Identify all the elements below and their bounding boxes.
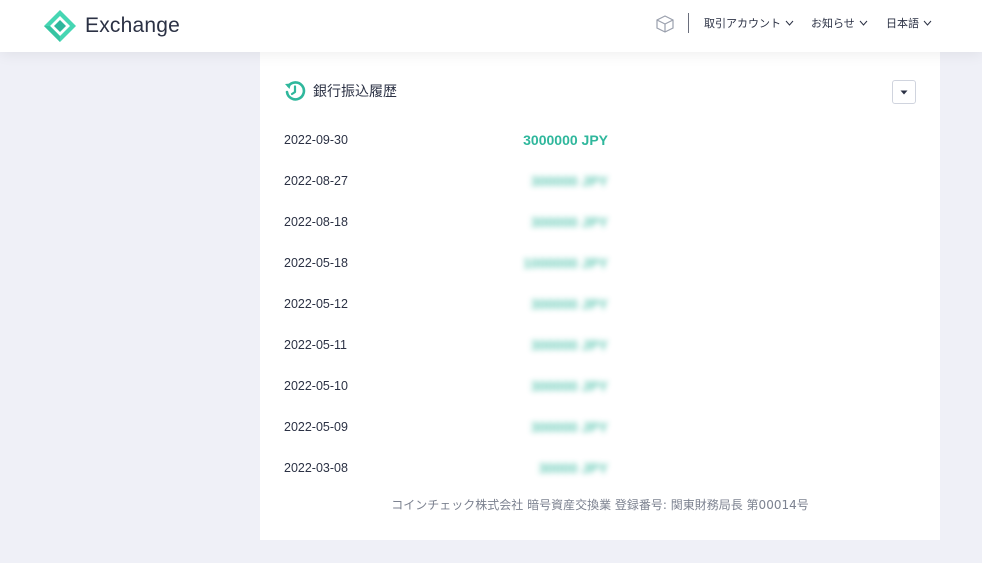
transfer-row: 2022-05-10 300000 JPY (284, 376, 624, 396)
exchange-logo[interactable]: Exchange (43, 9, 180, 43)
section-title: 銀行振込履歴 (313, 84, 397, 100)
transfer-date: 2022-05-10 (284, 379, 348, 393)
company-registration-note: コインチェック株式会社 暗号資産交換業 登録番号: 関東財務局長 第00014号 (391, 498, 809, 512)
cube-icon[interactable] (655, 15, 675, 33)
language-menu[interactable]: 日本語 (886, 15, 932, 31)
notices-label: お知らせ (811, 17, 855, 30)
transfer-row: 2022-05-11 300000 JPY (284, 335, 624, 355)
transfer-amount: 1000000 JPY (523, 255, 608, 271)
transfer-amount: 30000 JPY (538, 460, 608, 476)
transfer-row: 2022-05-09 300000 JPY (284, 417, 624, 437)
coincheck-logo-icon (44, 10, 76, 42)
transfer-row: 2022-09-30 3000000 JPY (284, 130, 624, 150)
caret-down-icon (900, 90, 908, 94)
transfer-amount: 300000 JPY (530, 173, 608, 189)
transfer-date: 2022-08-27 (284, 174, 348, 188)
logo-text: Exchange (85, 14, 181, 37)
chevron-down-icon (785, 20, 794, 26)
transfer-amount: 300000 JPY (530, 419, 608, 435)
trading-account-menu[interactable]: 取引アカウント (704, 15, 794, 31)
transfer-amount: 300000 JPY (530, 214, 608, 230)
top-header: Exchange 取引アカウント お知らせ 日本語 (0, 0, 982, 52)
history-dropdown-button[interactable] (892, 80, 916, 104)
transfer-row: 2022-03-08 30000 JPY (284, 458, 624, 478)
nav-divider (688, 13, 689, 33)
transfer-amount: 300000 JPY (530, 378, 608, 394)
chevron-down-icon (859, 20, 868, 26)
trading-account-label: 取引アカウント (704, 17, 781, 30)
transfer-date: 2022-05-18 (284, 256, 348, 270)
transfer-row: 2022-05-18 1000000 JPY (284, 253, 624, 273)
chevron-down-icon (923, 20, 932, 26)
transfer-row: 2022-08-18 300000 JPY (284, 212, 624, 232)
notices-menu[interactable]: お知らせ (811, 15, 868, 31)
transfer-date: 2022-05-12 (284, 297, 348, 311)
transfer-date: 2022-05-11 (284, 338, 348, 352)
history-icon (285, 81, 306, 101)
transfer-amount: 3000000 JPY (523, 132, 608, 148)
transfer-amount: 300000 JPY (530, 296, 608, 312)
transfer-date: 2022-09-30 (284, 133, 348, 147)
transfer-date: 2022-08-18 (284, 215, 348, 229)
transfer-row: 2022-05-12 300000 JPY (284, 294, 624, 314)
transfer-date: 2022-05-09 (284, 420, 348, 434)
section-header: 銀行振込履歴 (284, 80, 397, 102)
language-label: 日本語 (886, 17, 919, 30)
transfer-date: 2022-03-08 (284, 461, 348, 475)
transfer-row: 2022-08-27 300000 JPY (284, 171, 624, 191)
bank-transfer-history-card: 銀行振込履歴 2022-09-30 3000000 JPY 2022-08-27 30… (260, 52, 940, 540)
transfer-amount: 300000 JPY (530, 337, 608, 353)
